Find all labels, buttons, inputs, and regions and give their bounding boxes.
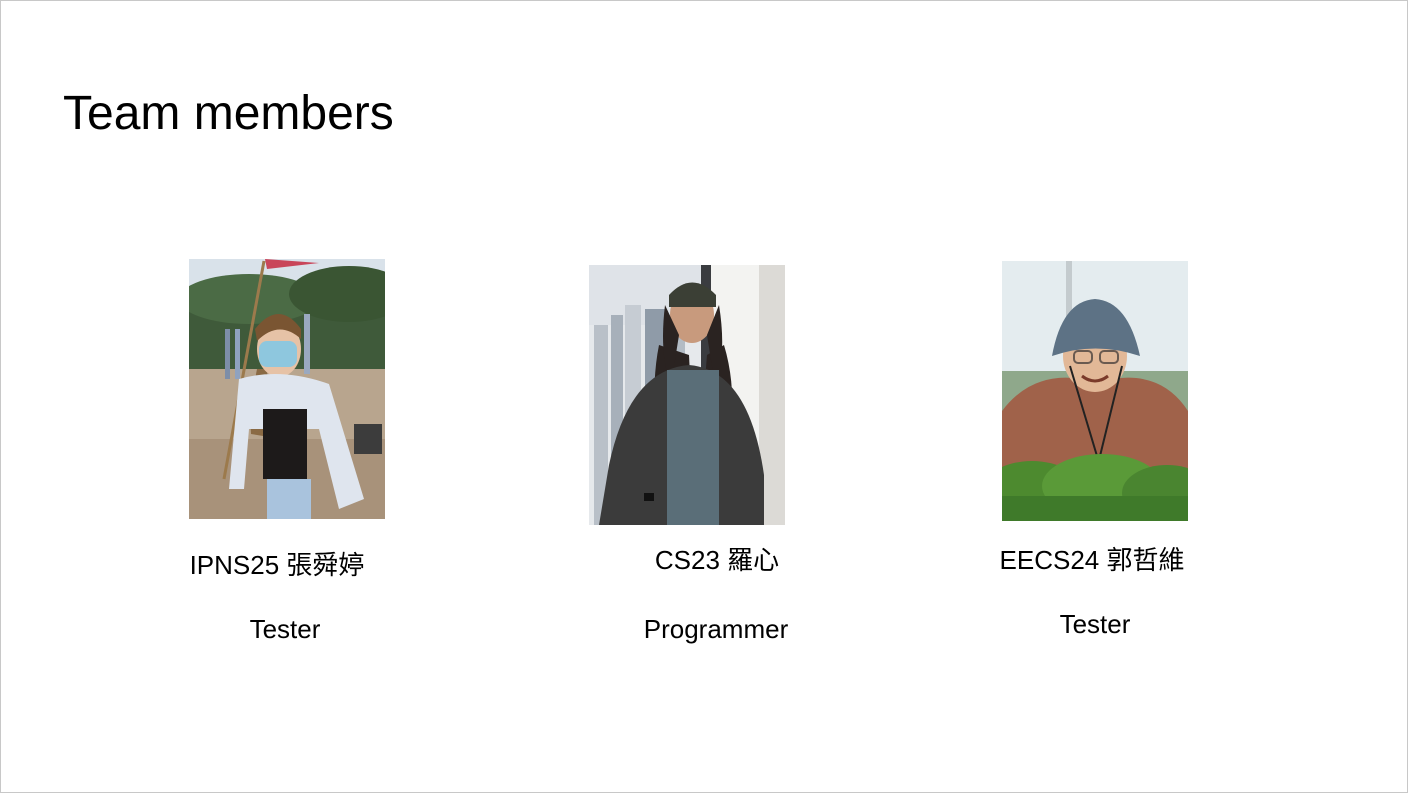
member-role-2: Programmer bbox=[643, 614, 789, 644]
person-photo-icon bbox=[189, 259, 385, 519]
slide: Team members IPNS25 張舜婷 Tester CS23 羅心 P… bbox=[0, 0, 1408, 793]
member-name-3: EECS24 郭哲維 bbox=[999, 545, 1185, 575]
member-name-1: IPNS25 張舜婷 bbox=[189, 550, 365, 580]
member-photo-3 bbox=[1002, 261, 1188, 521]
person-photo-icon bbox=[589, 265, 785, 525]
person-photo-icon bbox=[1002, 261, 1188, 521]
slide-title: Team members bbox=[63, 87, 394, 140]
member-role-1: Tester bbox=[249, 614, 321, 644]
member-name-2: CS23 羅心 bbox=[654, 545, 780, 575]
member-photo-2 bbox=[589, 265, 785, 525]
member-photo-1 bbox=[189, 259, 385, 519]
member-role-3: Tester bbox=[1059, 609, 1131, 639]
